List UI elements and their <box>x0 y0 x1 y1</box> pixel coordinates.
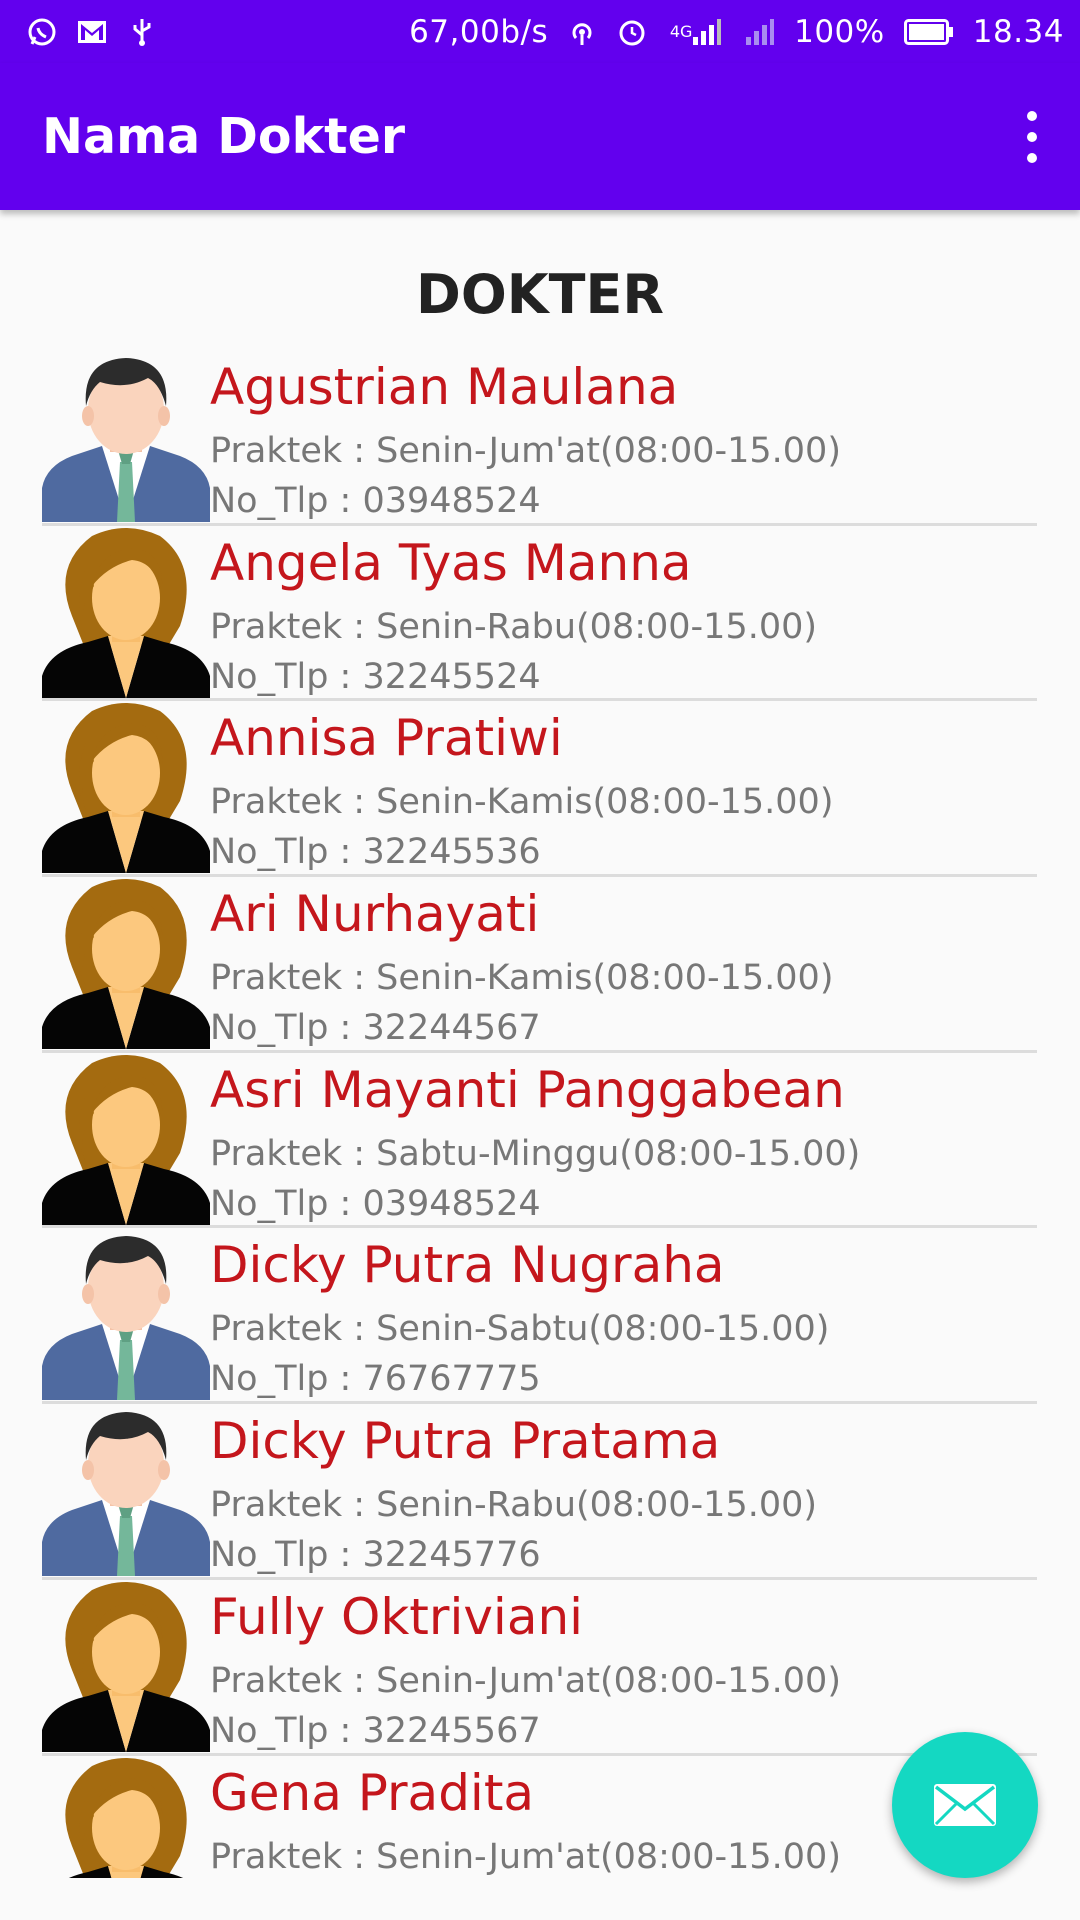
menu-dot <box>1027 111 1037 121</box>
female-avatar-icon <box>42 1581 210 1752</box>
avatar <box>42 1053 210 1225</box>
mail-fab-button[interactable] <box>892 1732 1038 1878</box>
doctor-phone: No_Tlp : 32244567 <box>210 1008 541 1049</box>
content-area: DOKTER Agustrian Maulana Praktek : Senin-… <box>0 0 1080 1878</box>
more-vert-icon[interactable] <box>1012 111 1052 163</box>
doctor-schedule: Praktek : Sabtu-Minggu(08:00-15.00) <box>210 1133 861 1174</box>
doctor-name: Angela Tyas Manna <box>210 533 692 592</box>
list-item[interactable]: Fully Oktriviani Praktek : Senin-Jum'at(0… <box>42 1580 1037 1756</box>
avatar <box>42 1404 210 1577</box>
avatar <box>42 701 210 874</box>
doctor-phone: No_Tlp : 32245567 <box>210 1710 541 1751</box>
avatar <box>42 526 210 698</box>
female-avatar-icon <box>65 1757 187 1878</box>
list-item[interactable]: Angela Tyas Manna Praktek : Senin-Rabu(08… <box>42 526 1037 702</box>
doctor-phone: No_Tlp : 32245536 <box>210 832 541 873</box>
doctor-name: Agustrian Maulana <box>210 358 679 416</box>
list-item[interactable]: Agustrian Maulana Praktek : Senin-Jum'at(… <box>42 350 1037 526</box>
mail-icon <box>934 1784 996 1826</box>
doctor-schedule: Praktek : Senin-Rabu(08:00-15.00) <box>210 1485 818 1526</box>
doctor-schedule: Praktek : Senin-Jum'at(08:00-15.00) <box>210 431 841 471</box>
doctor-phone: No_Tlp : 76767775 <box>210 1359 541 1400</box>
menu-dot <box>1027 132 1037 142</box>
male-avatar-icon <box>42 358 210 522</box>
doctor-name: Annisa Pratiwi <box>210 709 563 768</box>
female-avatar-icon <box>42 527 210 698</box>
app-title: Nama Dokter <box>42 108 406 165</box>
doctor-phone: No_Tlp : 32245776 <box>210 1535 541 1576</box>
doctor-schedule: Praktek : Senin-Sabtu(08:00-15.00) <box>210 1309 830 1350</box>
avatar <box>42 1580 210 1752</box>
doctor-phone: No_Tlp : 03948524 <box>210 481 541 521</box>
male-avatar-icon <box>42 1236 210 1401</box>
doctor-list[interactable]: Agustrian Maulana Praktek : Senin-Jum'at(… <box>42 350 1037 1878</box>
app-bar: Nama Dokter <box>0 63 1080 210</box>
female-avatar-icon <box>42 1054 210 1225</box>
list-item[interactable]: Dicky Putra Pratama Praktek : Senin-Rabu(… <box>42 1404 1037 1580</box>
doctor-schedule: Praktek : Senin-Kamis(08:00-15.00) <box>210 958 834 999</box>
avatar <box>42 1756 210 1878</box>
list-item[interactable]: Annisa Pratiwi Praktek : Senin-Kamis(08:0… <box>42 701 1037 878</box>
doctor-name: Gena Pradita <box>210 1763 535 1822</box>
menu-dot <box>1027 153 1037 163</box>
list-item[interactable]: Gena Pradita Praktek : Senin-Jum'at(08:00… <box>42 1756 1037 1878</box>
doctor-name: Fully Oktriviani <box>210 1587 584 1646</box>
doctor-schedule: Praktek : Senin-Kamis(08:00-15.00) <box>210 782 834 823</box>
doctor-name: Ari Nurhayati <box>210 885 540 944</box>
avatar <box>42 1228 210 1401</box>
female-avatar-icon <box>42 703 210 874</box>
doctor-phone: No_Tlp : 03948524 <box>210 1183 541 1224</box>
female-avatar-icon <box>42 879 210 1050</box>
male-avatar-icon <box>42 1412 210 1577</box>
list-item[interactable]: Asri Mayanti Panggabean Praktek : Sabtu-M… <box>42 1053 1037 1229</box>
doctor-name: Asri Mayanti Panggabean <box>210 1060 845 1119</box>
page-title: DOKTER <box>416 263 664 326</box>
doctor-schedule: Praktek : Senin-Rabu(08:00-15.00) <box>210 606 818 647</box>
doctor-schedule: Praktek : Senin-Jum'at(08:00-15.00) <box>210 1660 841 1701</box>
list-item[interactable]: Ari Nurhayati Praktek : Senin-Kamis(08:00… <box>42 877 1037 1053</box>
doctor-schedule: Praktek : Senin-Jum'at(08:00-15.00) <box>210 1836 841 1877</box>
doctor-phone: No_Tlp : 32245524 <box>210 656 541 697</box>
avatar <box>42 877 210 1050</box>
list-item[interactable]: Dicky Putra Nugraha Praktek : Senin-Sabtu… <box>42 1228 1037 1405</box>
avatar <box>42 350 210 522</box>
doctor-name: Dicky Putra Pratama <box>210 1412 721 1471</box>
doctor-name: Dicky Putra Nugraha <box>210 1236 725 1295</box>
